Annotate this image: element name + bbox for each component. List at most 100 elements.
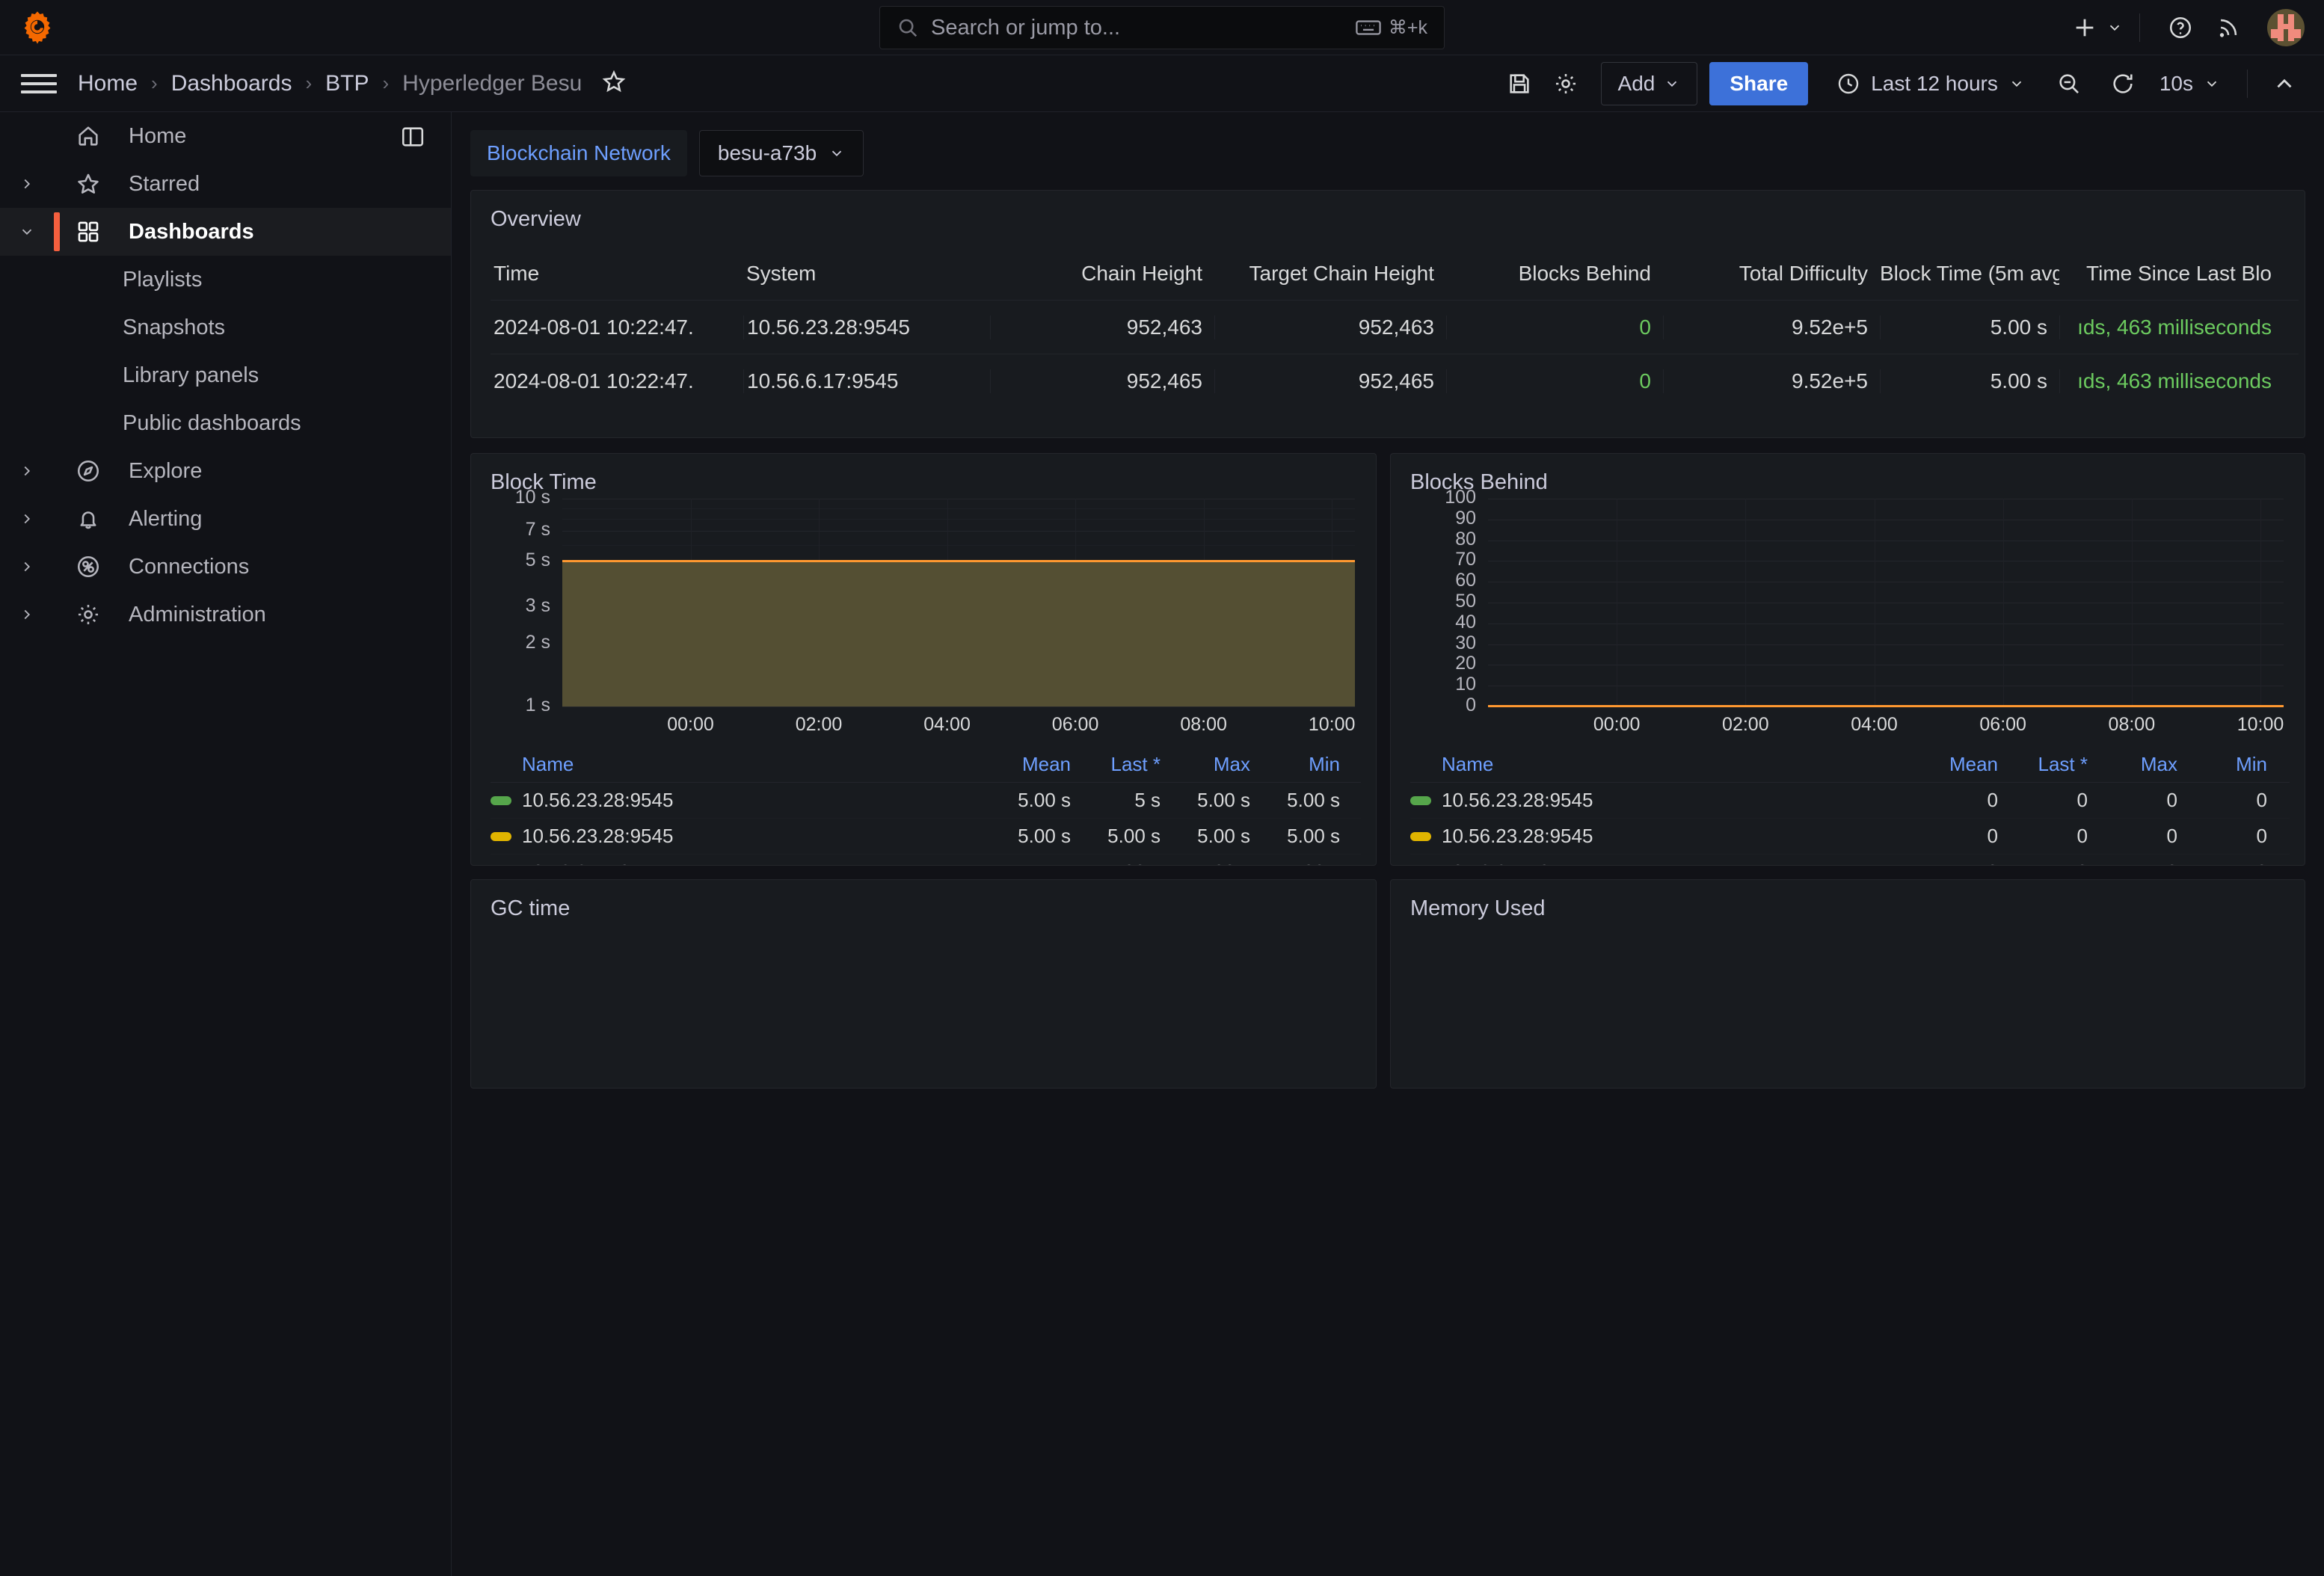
chevron-down-icon[interactable] [0, 224, 54, 240]
legend-column-max[interactable]: Max [1171, 753, 1261, 776]
legend-value-last: 0 [2008, 861, 2098, 865]
sidebar-item-snapshots[interactable]: Snapshots [0, 304, 451, 351]
panel-blocks-behind: Blocks Behind 0 10 20 30 40 50 60 70 80 90 100 00:0… [1390, 453, 2305, 866]
overview-column-header[interactable]: Target Chain Height [1214, 262, 1446, 286]
breadcrumb-item-btp[interactable]: BTP [325, 71, 369, 96]
overview-cell-time-since-last-block: ıds, 463 milliseconds [2059, 315, 2284, 339]
chevron-right-icon[interactable] [0, 606, 54, 623]
y-axis-tick-label: 60 [1455, 570, 1476, 591]
legend-value-min: 0 [2188, 861, 2278, 865]
series-line [562, 559, 1355, 562]
gear-icon[interactable] [1543, 61, 1589, 107]
legend-column-min[interactable]: Min [1261, 753, 1350, 776]
sidebar-item-playlists[interactable]: Playlists [0, 256, 451, 304]
x-axis-tick-label: 08:00 [1180, 714, 1227, 735]
x-gridline [2260, 499, 2261, 707]
table-row[interactable]: 2024-08-01 10:22:47. 10.56.23.28:9545 952,… [491, 300, 2299, 354]
connections-icon [67, 554, 109, 579]
legend-column-min[interactable]: Min [2188, 753, 2278, 776]
sidebar-item-starred[interactable]: Starred [0, 160, 451, 208]
chevron-right-icon[interactable] [0, 176, 54, 192]
chevron-right-icon[interactable] [0, 511, 54, 527]
legend-series-name[interactable]: 10.56.23.28:9545 [491, 825, 977, 848]
chevron-right-icon[interactable] [0, 463, 54, 479]
overview-column-header[interactable]: Time Since Last Blo [2059, 262, 2284, 286]
user-avatar[interactable] [2267, 9, 2305, 46]
grafana-logo-icon[interactable] [19, 10, 55, 46]
overview-cell-blocks-behind: 0 [1446, 369, 1663, 393]
zoom-out-icon[interactable] [2046, 61, 2092, 107]
hamburger-menu-icon[interactable] [21, 66, 57, 102]
overview-column-header[interactable]: Total Difficulty [1663, 262, 1880, 286]
overview-column-header[interactable]: System [743, 262, 990, 286]
x-axis-tick-label: 02:00 [1722, 714, 1769, 735]
overview-column-header[interactable]: Blocks Behind [1446, 262, 1663, 286]
share-label: Share [1730, 72, 1789, 95]
sidebar-item-connections[interactable]: Connections [0, 543, 451, 591]
breadcrumb-item-dashboards[interactable]: Dashboards [171, 71, 292, 96]
legend-series-name[interactable]: 10.56.23.28:9545 [1410, 789, 1904, 812]
overview-column-header[interactable]: Chain Height [990, 262, 1214, 286]
overview-table: Time System Chain Height Target Chain Heigh… [491, 247, 2299, 407]
overview-column-header[interactable]: Time [491, 262, 743, 286]
legend-series-name[interactable]: 10.56.23.28:9545 [491, 789, 977, 812]
legend-row[interactable]: 10.56.6.17:95455 s5.00 s5.00 s5.00 s [491, 855, 1361, 865]
search-kbd-label: ⌘+k [1388, 17, 1427, 38]
table-row[interactable]: 2024-08-01 10:22:47. 10.56.6.17:9545 952,4… [491, 354, 2299, 407]
y-axis-tick-label: 40 [1455, 611, 1476, 632]
sidebar-item-alerting[interactable]: Alerting [0, 495, 451, 543]
star-outline-icon[interactable] [601, 69, 627, 98]
rss-icon[interactable] [2204, 0, 2252, 55]
legend-value-mean: 5 s [977, 861, 1081, 865]
legend-value-max: 5.00 s [1197, 825, 1250, 847]
legend-column-max[interactable]: Max [2098, 753, 2188, 776]
chevron-right-icon[interactable] [0, 558, 54, 575]
panel-title-overview: Overview [491, 207, 581, 231]
blocks-behind-chart-plot[interactable]: 0 10 20 30 40 50 60 70 80 90 100 00:00 02:00 04:00 06:… [1391, 487, 2305, 742]
chevron-up-icon[interactable] [2261, 61, 2308, 107]
sidebar-item-dashboards[interactable]: Dashboards [0, 208, 451, 256]
block-time-chart-plot[interactable]: 1 s 2 s 3 s 5 s 7 s 10 s 00:00 02:00 04:00 06:00 0… [471, 487, 1376, 742]
breadcrumb-item-home[interactable]: Home [78, 71, 138, 96]
y-axis-tick-label: 100 [1445, 487, 1476, 508]
legend-series-name[interactable]: 10.56.6.17:9545 [1410, 861, 1904, 865]
legend-column-mean[interactable]: Mean [977, 753, 1081, 776]
legend-row[interactable]: 10.56.23.28:9545 5.00 s 5 s 5.00 s 5.00 s [491, 783, 1361, 819]
variable-label-blockchain-network[interactable]: Blockchain Network [470, 130, 687, 176]
legend-column-last[interactable]: Last * [2008, 753, 2098, 776]
legend-color-swatch [491, 795, 511, 805]
legend-row[interactable]: 10.56.6.17:95450000 [1410, 855, 2290, 865]
refresh-icon[interactable] [2100, 61, 2146, 107]
topbar-actions [2072, 0, 2305, 55]
legend-value-max: 5.00 s [1197, 789, 1250, 811]
legend-row[interactable]: 10.56.23.28:9545 5.00 s 5.00 s 5.00 s 5.00 s [491, 819, 1361, 855]
sidebar-item-administration[interactable]: Administration [0, 591, 451, 638]
overview-cell-block-time: 5.00 s [1880, 369, 2059, 393]
legend-column-name[interactable]: Name [1410, 753, 1904, 776]
sidebar-item-label: Connections [129, 554, 250, 579]
legend-column-last[interactable]: Last * [1081, 753, 1171, 776]
save-disk-icon[interactable] [1496, 61, 1543, 107]
sidebar-navigation: Home Starred Dashboards Playlists Snapshots L… [0, 112, 452, 1576]
add-panel-button[interactable]: Add [1600, 62, 1698, 105]
legend-row[interactable]: 10.56.23.28:9545 0 0 0 0 [1410, 819, 2290, 855]
variable-picker-blockchain-network[interactable]: besu-a73b [698, 130, 864, 176]
legend-series-name[interactable]: 10.56.23.28:9545 [1410, 825, 1904, 848]
refresh-interval-picker[interactable]: 10s [2146, 62, 2234, 105]
y-axis-tick-label: 10 s [514, 487, 550, 508]
breadcrumb-item-hyperledger-besu[interactable]: Hyperledger Besu [402, 71, 582, 96]
search-input[interactable]: Search or jump to... ⌘+k [879, 6, 1445, 49]
sidebar-item-library-panels[interactable]: Library panels [0, 351, 451, 399]
add-menu-button[interactable] [2072, 0, 2123, 55]
time-range-picker[interactable]: Last 12 hours [1823, 62, 2038, 105]
legend-column-name[interactable]: Name [491, 753, 977, 776]
legend-series-name[interactable]: 10.56.6.17:9545 [491, 861, 977, 865]
legend-row[interactable]: 10.56.23.28:9545 0 0 0 0 [1410, 783, 2290, 819]
sidebar-item-explore[interactable]: Explore [0, 447, 451, 495]
help-circle-icon[interactable] [2157, 0, 2204, 55]
legend-column-mean[interactable]: Mean [1904, 753, 2008, 776]
sidebar-item-home[interactable]: Home [0, 112, 451, 160]
sidebar-item-public-dashboards[interactable]: Public dashboards [0, 399, 451, 447]
share-button[interactable]: Share [1709, 62, 1809, 105]
overview-column-header[interactable]: Block Time (5m avg [1880, 262, 2059, 286]
